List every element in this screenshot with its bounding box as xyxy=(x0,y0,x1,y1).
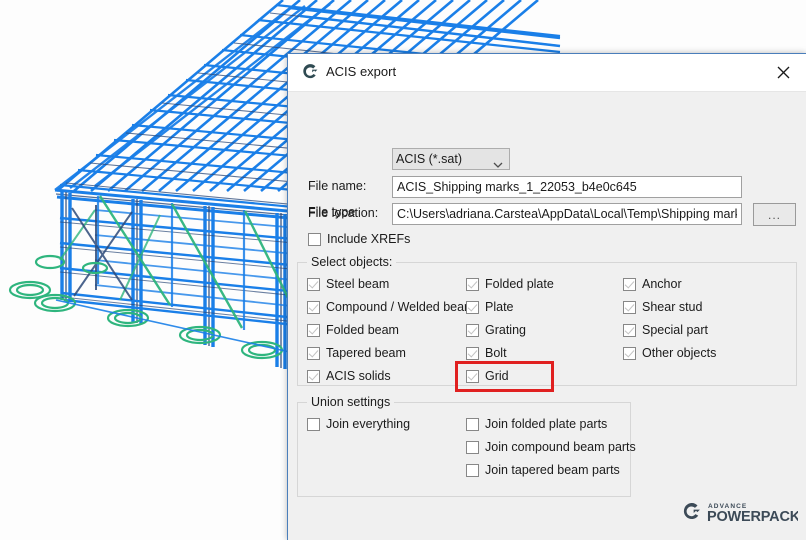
checkbox-box xyxy=(466,463,479,477)
file-name-label: File name: xyxy=(308,179,367,193)
graitec-g-icon xyxy=(300,62,320,82)
dialog-title: ACIS export xyxy=(326,64,397,79)
checkbox-box xyxy=(466,277,479,291)
checkbox-grid[interactable]: Grid xyxy=(466,369,509,383)
checkbox-label: Join tapered beam parts xyxy=(485,463,620,477)
file-type-select[interactable]: ACIS (*.sat) xyxy=(392,148,510,170)
checkbox-box xyxy=(466,346,479,360)
dialog-body: File type ACIS (*.sat) File name: File l… xyxy=(288,92,806,540)
checkbox-join-folded-plate-parts[interactable]: Join folded plate parts xyxy=(466,417,607,431)
union-settings-legend: Union settings xyxy=(307,395,395,409)
checkbox-bolt[interactable]: Bolt xyxy=(466,346,507,360)
checkbox-label: Include XREFs xyxy=(327,232,411,246)
checkbox-label: Steel beam xyxy=(326,277,390,291)
checkbox-plate[interactable]: Plate xyxy=(466,300,514,314)
checkbox-join-tapered-beam-parts[interactable]: Join tapered beam parts xyxy=(466,463,620,477)
checkbox-label: Shear stud xyxy=(642,300,703,314)
checkbox-box xyxy=(466,369,479,383)
checkbox-box xyxy=(466,323,479,337)
checkbox-label: Tapered beam xyxy=(326,346,406,360)
checkbox-label: Folded beam xyxy=(326,323,399,337)
checkbox-compound-welded-beam[interactable]: Compound / Welded beam xyxy=(307,300,474,314)
application-screen: ACIS export File type ACIS (*.sat) File … xyxy=(0,0,806,540)
checkbox-folded-plate[interactable]: Folded plate xyxy=(466,277,554,291)
checkbox-box xyxy=(466,417,479,431)
checkbox-box xyxy=(307,417,320,431)
checkbox-shear-stud[interactable]: Shear stud xyxy=(623,300,702,314)
checkbox-join-compound-beam-parts[interactable]: Join compound beam parts xyxy=(466,440,636,454)
checkbox-label: Other objects xyxy=(642,346,717,360)
browse-button[interactable]: ... xyxy=(753,203,796,226)
checkbox-label: Join everything xyxy=(326,417,411,431)
checkbox-include-xrefs[interactable]: Include XREFs xyxy=(308,232,410,246)
checkbox-label: Anchor xyxy=(642,277,682,291)
checkbox-anchor[interactable]: Anchor xyxy=(623,277,682,291)
advance-powerpack-logo: ADVANCE POWERPACK xyxy=(680,500,801,526)
checkbox-box xyxy=(307,323,320,337)
close-icon[interactable] xyxy=(761,54,806,90)
checkbox-label: Compound / Welded beam xyxy=(326,300,475,314)
file-type-combo-wrapper: ACIS (*.sat) xyxy=(392,148,510,170)
checkbox-join-everything[interactable]: Join everything xyxy=(307,417,410,431)
select-objects-legend: Select objects: xyxy=(307,255,397,269)
checkbox-box xyxy=(466,300,479,314)
checkbox-acis-solids[interactable]: ACIS solids xyxy=(307,369,391,383)
acis-export-dialog: ACIS export File type ACIS (*.sat) File … xyxy=(287,53,806,540)
checkbox-label: Folded plate xyxy=(485,277,554,291)
checkbox-box xyxy=(307,277,320,291)
file-location-input[interactable] xyxy=(392,203,742,225)
checkbox-grating[interactable]: Grating xyxy=(466,323,526,337)
checkbox-label: Grating xyxy=(485,323,526,337)
checkbox-label: Special part xyxy=(642,323,709,337)
checkbox-box xyxy=(307,346,320,360)
checkbox-box xyxy=(623,323,636,337)
checkbox-box xyxy=(623,277,636,291)
checkbox-label: Plate xyxy=(485,300,514,314)
file-location-label: File location: xyxy=(308,206,379,220)
svg-text:POWERPACK: POWERPACK xyxy=(707,509,798,525)
checkbox-label: Bolt xyxy=(485,346,507,360)
checkbox-tapered-beam[interactable]: Tapered beam xyxy=(307,346,406,360)
checkbox-box xyxy=(623,300,636,314)
checkbox-special-part[interactable]: Special part xyxy=(623,323,708,337)
checkbox-other-objects[interactable]: Other objects xyxy=(623,346,716,360)
checkbox-label: Grid xyxy=(485,369,509,383)
checkbox-label: Join compound beam parts xyxy=(485,440,636,454)
file-name-input[interactable] xyxy=(392,176,742,198)
checkbox-box xyxy=(307,369,320,383)
dialog-titlebar: ACIS export xyxy=(288,54,806,92)
checkbox-box xyxy=(308,232,321,246)
checkbox-folded-beam[interactable]: Folded beam xyxy=(307,323,399,337)
checkbox-box xyxy=(623,346,636,360)
checkbox-label: Join folded plate parts xyxy=(485,417,608,431)
logo-g-mark xyxy=(683,502,700,520)
checkbox-label: ACIS solids xyxy=(326,369,391,383)
checkbox-box xyxy=(307,300,320,314)
checkbox-steel-beam[interactable]: Steel beam xyxy=(307,277,389,291)
checkbox-box xyxy=(466,440,479,454)
